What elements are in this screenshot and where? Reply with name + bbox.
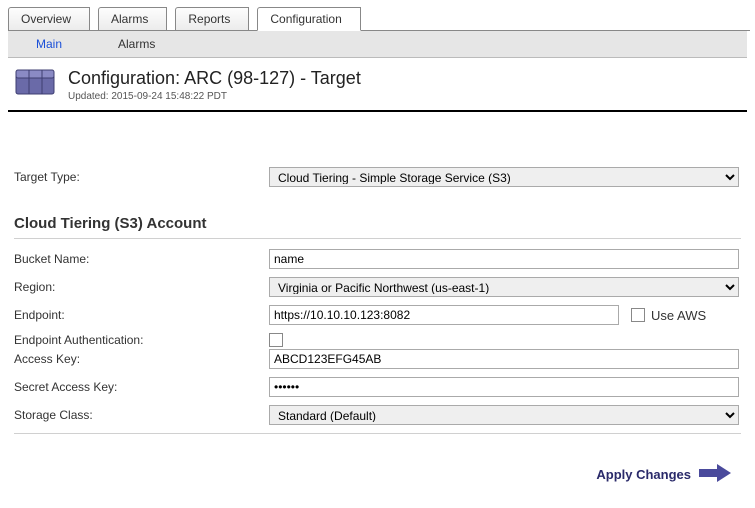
subtab-main[interactable]: Main <box>8 35 90 53</box>
storage-class-label: Storage Class: <box>14 408 269 422</box>
target-type-label: Target Type: <box>14 170 269 184</box>
section-cloud-tiering: Cloud Tiering (S3) Account <box>14 195 741 239</box>
secret-key-input[interactable] <box>269 377 739 397</box>
bucket-name-label: Bucket Name: <box>14 252 269 266</box>
apply-arrow-icon[interactable] <box>699 462 733 487</box>
page-title: Configuration: ARC (98-127) - Target <box>68 68 361 89</box>
secret-key-label: Secret Access Key: <box>14 380 269 394</box>
sub-tab-strip: Main Alarms <box>8 31 747 58</box>
endpoint-auth-label: Endpoint Authentication: <box>14 333 269 347</box>
tab-alarms[interactable]: Alarms <box>98 7 167 30</box>
endpoint-auth-checkbox[interactable] <box>269 333 283 347</box>
subtab-alarms[interactable]: Alarms <box>90 35 183 53</box>
endpoint-input[interactable] <box>269 305 619 325</box>
tab-configuration[interactable]: Configuration <box>257 7 360 31</box>
region-label: Region: <box>14 280 269 294</box>
storage-class-select[interactable]: Standard (Default) <box>269 405 739 425</box>
config-form: Target Type: Cloud Tiering - Simple Stor… <box>8 112 747 491</box>
access-key-input[interactable] <box>269 349 739 369</box>
target-type-select[interactable]: Cloud Tiering - Simple Storage Service (… <box>269 167 739 187</box>
access-key-label: Access Key: <box>14 352 269 366</box>
page-header: Configuration: ARC (98-127) - Target Upd… <box>8 58 747 112</box>
archive-icon <box>14 68 56 101</box>
apply-changes-button[interactable]: Apply Changes <box>596 467 691 482</box>
region-select[interactable]: Virginia or Pacific Northwest (us-east-1… <box>269 277 739 297</box>
divider <box>14 433 741 434</box>
tab-reports[interactable]: Reports <box>175 7 249 30</box>
endpoint-label: Endpoint: <box>14 308 269 322</box>
use-aws-label: Use AWS <box>651 308 706 323</box>
tab-overview[interactable]: Overview <box>8 7 90 30</box>
bucket-name-input[interactable] <box>269 249 739 269</box>
use-aws-checkbox[interactable] <box>631 308 645 322</box>
main-tab-strip: Overview Alarms Reports Configuration <box>8 5 750 31</box>
updated-timestamp: Updated: 2015-09-24 15:48:22 PDT <box>68 91 361 102</box>
